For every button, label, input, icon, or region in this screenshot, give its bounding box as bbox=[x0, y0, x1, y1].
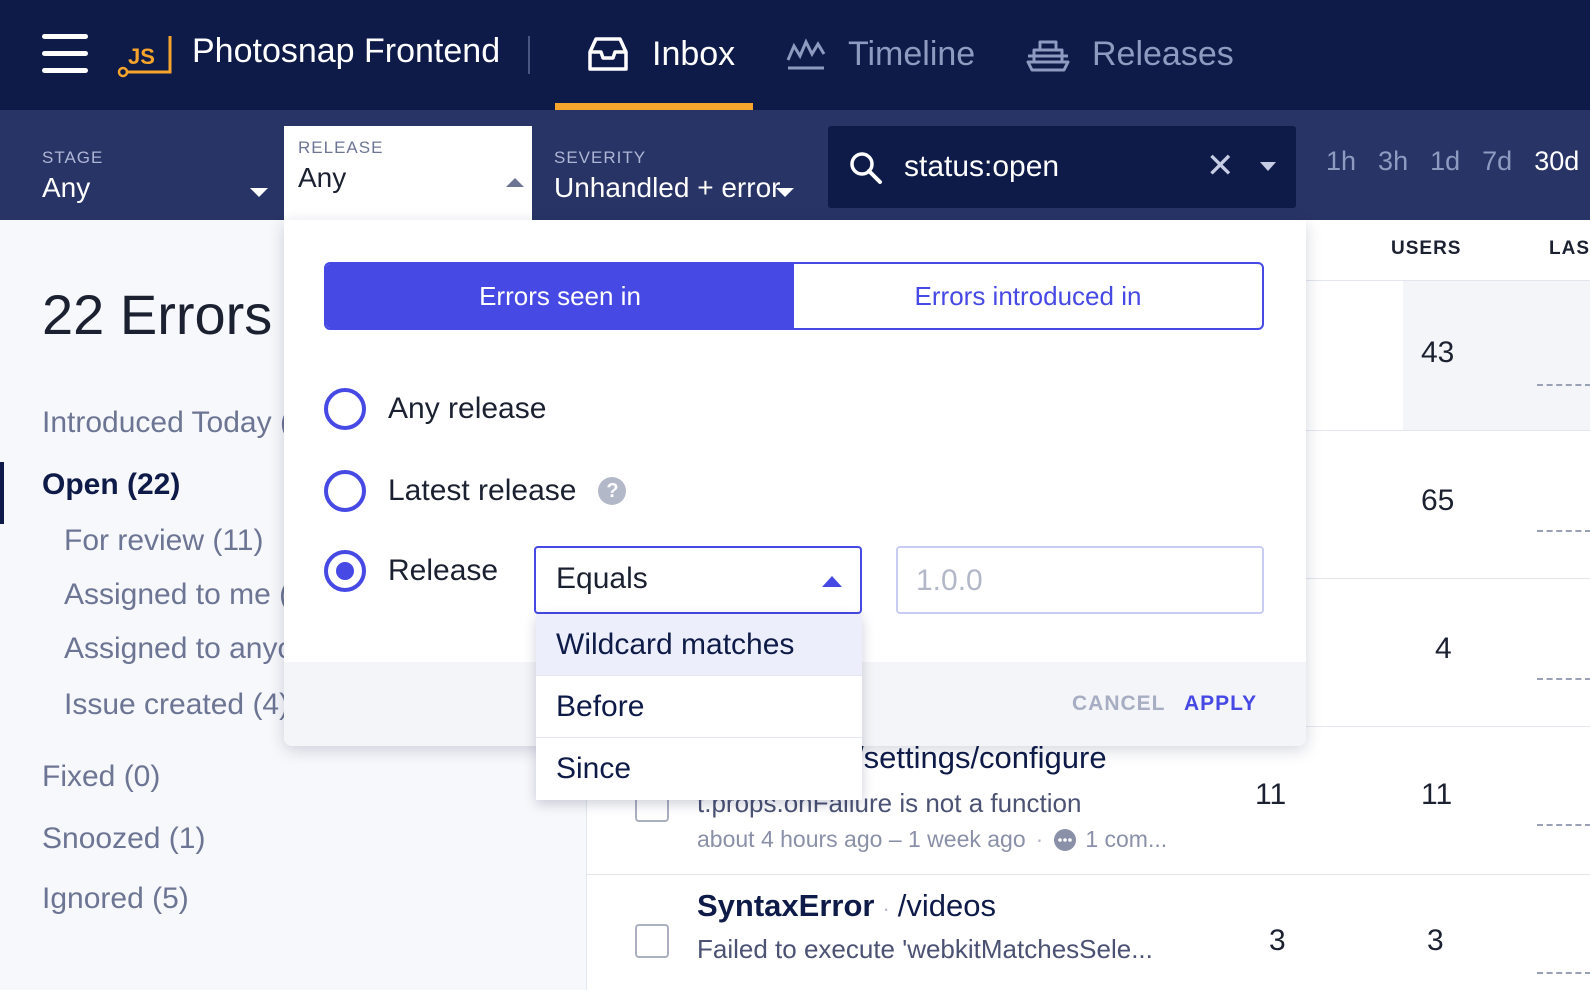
severity-filter-value: Unhandled + error bbox=[554, 172, 781, 203]
tab-inbox-label: Inbox bbox=[652, 34, 736, 73]
release-operator-select[interactable]: Equals bbox=[534, 546, 862, 614]
row-5-sparkline bbox=[1537, 972, 1590, 974]
chevron-down-icon bbox=[776, 188, 794, 197]
tab-timeline-label: Timeline bbox=[848, 34, 976, 73]
comment-icon bbox=[1054, 828, 1077, 851]
column-header-users[interactable]: USERS bbox=[1391, 238, 1461, 260]
segment-errors-seen-in[interactable]: Errors seen in bbox=[326, 264, 794, 328]
ship-icon bbox=[1026, 40, 1070, 72]
menu-icon[interactable] bbox=[42, 34, 88, 74]
row-1-sparkline bbox=[1537, 384, 1590, 386]
active-item-indicator bbox=[0, 462, 4, 524]
tab-inbox[interactable]: Inbox bbox=[586, 28, 735, 80]
sidebar-item-snoozed[interactable]: Snoozed (1) bbox=[42, 822, 205, 856]
segment-errors-introduced-in[interactable]: Errors introduced in bbox=[794, 264, 1262, 328]
time-range-selector: 1h 3h 1d 7d 30d a bbox=[1326, 146, 1590, 177]
row-1-users: 43 bbox=[1421, 336, 1455, 369]
time-range-30d[interactable]: 30d bbox=[1534, 146, 1579, 177]
nav-divider bbox=[528, 36, 530, 74]
active-tab-indicator bbox=[555, 103, 753, 110]
row-2-sparkline bbox=[1537, 530, 1590, 532]
release-filter-label: RELEASE bbox=[298, 138, 384, 157]
radio-release[interactable] bbox=[324, 550, 366, 592]
apply-button[interactable]: APPLY bbox=[1184, 692, 1257, 716]
timeline-chart-icon bbox=[786, 38, 826, 70]
option-any-release[interactable]: Any release bbox=[324, 388, 546, 430]
row-5-users: 3 bbox=[1427, 924, 1444, 957]
inbox-icon bbox=[588, 37, 628, 71]
row-5-path: /videos bbox=[897, 888, 997, 923]
sidebar-item-ignored[interactable]: Ignored (5) bbox=[42, 882, 189, 916]
release-version-input[interactable]: 1.0.0 bbox=[896, 546, 1264, 614]
time-range-3h[interactable]: 3h bbox=[1378, 146, 1408, 177]
severity-filter[interactable]: SEVERITY Unhandled + error bbox=[540, 124, 806, 216]
stage-filter-label: STAGE bbox=[42, 148, 104, 167]
row-4-events: 11 bbox=[1255, 778, 1287, 811]
time-range-1h[interactable]: 1h bbox=[1326, 146, 1356, 177]
error-count-title: 22 Errors bbox=[42, 283, 273, 346]
chevron-down-icon[interactable] bbox=[1260, 162, 1276, 171]
release-operator-value: Equals bbox=[556, 562, 648, 595]
row-separator bbox=[587, 874, 1590, 875]
menu-item-before[interactable]: Before bbox=[536, 676, 862, 738]
row-2-users: 65 bbox=[1421, 484, 1455, 517]
release-mode-toggle: Errors seen in Errors introduced in bbox=[324, 262, 1264, 330]
search-icon bbox=[850, 152, 882, 184]
column-header-last-seen[interactable]: LAS bbox=[1549, 238, 1590, 260]
search-input[interactable]: status:open ✕ bbox=[828, 126, 1296, 208]
tab-timeline[interactable]: Timeline bbox=[786, 28, 975, 80]
menu-item-since[interactable]: Since bbox=[536, 738, 862, 800]
row-4-comments[interactable]: 1 com... bbox=[1085, 826, 1167, 853]
menu-item-wildcard-matches[interactable]: Wildcard matches bbox=[536, 614, 862, 676]
meta-separator-dot: · bbox=[1035, 826, 1044, 852]
help-icon[interactable]: ? bbox=[598, 477, 627, 505]
logo-text: JS bbox=[128, 44, 155, 69]
top-navigation: JS Photosnap Frontend Inbox Timeline Rel… bbox=[0, 0, 1590, 110]
cancel-button[interactable]: CANCEL bbox=[1072, 692, 1166, 716]
row-5-message: Failed to execute 'webkitMatchesSele... bbox=[697, 934, 1153, 964]
option-latest-release[interactable]: Latest release ? bbox=[324, 470, 627, 512]
sidebar-item-introduced-today[interactable]: Introduced Today ( bbox=[42, 406, 290, 440]
option-release[interactable]: Release bbox=[324, 550, 498, 592]
sidebar-item-fixed[interactable]: Fixed (0) bbox=[42, 760, 160, 794]
sidebar-item-open[interactable]: Open (22) bbox=[42, 468, 180, 502]
radio-latest-release[interactable] bbox=[324, 470, 366, 512]
time-range-7d[interactable]: 7d bbox=[1482, 146, 1512, 177]
row-4-sparkline bbox=[1537, 824, 1590, 826]
row-4-timestamps: about 4 hours ago – 1 week ago bbox=[697, 826, 1026, 852]
row-3-users: 4 bbox=[1435, 632, 1452, 665]
row-3-sparkline bbox=[1537, 678, 1590, 680]
sidebar-item-assigned-to-me[interactable]: Assigned to me ( bbox=[64, 578, 289, 612]
title-separator-dot: · bbox=[882, 896, 890, 921]
option-release-label: Release bbox=[388, 554, 499, 587]
clear-search-icon[interactable]: ✕ bbox=[1206, 146, 1235, 186]
chevron-up-icon bbox=[506, 178, 524, 187]
project-name[interactable]: Photosnap Frontend bbox=[192, 32, 500, 71]
radio-any-release[interactable] bbox=[324, 388, 366, 430]
row-5-error-class: SyntaxError bbox=[697, 888, 875, 923]
sidebar-item-issue-created[interactable]: Issue created (4) bbox=[64, 688, 289, 722]
stage-filter[interactable]: STAGE Any bbox=[28, 124, 282, 216]
row-5-events: 3 bbox=[1269, 924, 1286, 957]
sidebar-item-assigned-to-anyone[interactable]: Assigned to anyo bbox=[64, 632, 294, 666]
option-latest-release-label: Latest release bbox=[388, 474, 577, 507]
release-operator-menu: Wildcard matches Before Since bbox=[536, 614, 862, 800]
row-4-meta: about 4 hours ago – 1 week ago · 1 com..… bbox=[697, 826, 1167, 853]
chevron-up-icon bbox=[822, 576, 842, 587]
tab-releases[interactable]: Releases bbox=[1026, 28, 1234, 80]
release-filter[interactable]: RELEASE Any bbox=[284, 126, 532, 220]
search-query: status:open bbox=[904, 150, 1060, 183]
row-5-title[interactable]: SyntaxError · /videos bbox=[697, 888, 996, 924]
stage-filter-value: Any bbox=[42, 172, 91, 203]
chevron-down-icon bbox=[250, 188, 268, 197]
sidebar-item-for-review[interactable]: For review (11) bbox=[64, 524, 263, 558]
time-range-1d[interactable]: 1d bbox=[1430, 146, 1460, 177]
row-4-users: 11 bbox=[1421, 778, 1453, 811]
row-5-checkbox[interactable] bbox=[635, 924, 669, 958]
option-any-release-label: Any release bbox=[388, 392, 547, 425]
tab-releases-label: Releases bbox=[1092, 34, 1234, 73]
release-filter-value: Any bbox=[298, 162, 347, 193]
severity-filter-label: SEVERITY bbox=[554, 148, 647, 167]
javascript-logo-icon: JS bbox=[117, 36, 172, 80]
